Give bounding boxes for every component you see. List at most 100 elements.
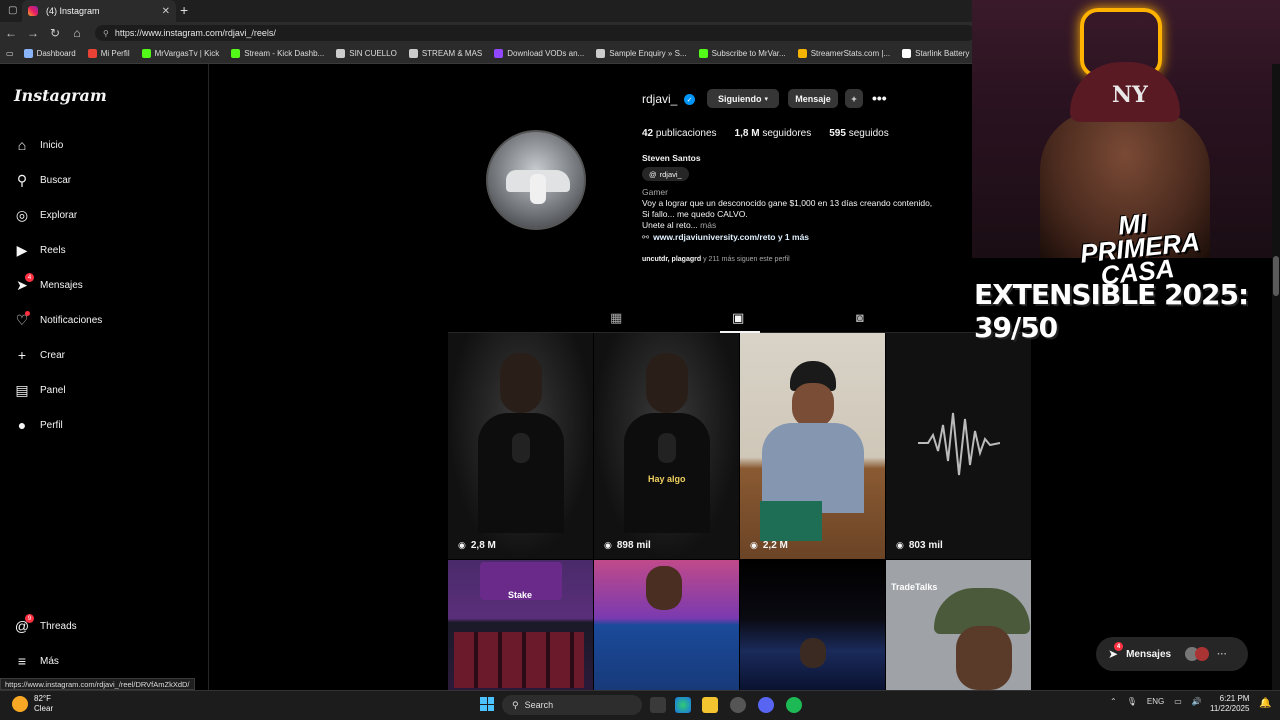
- reel-thumbnail[interactable]: ◉ 803 mil: [886, 333, 1031, 559]
- green-box-shape: [760, 501, 822, 541]
- posts-stat: 42 publicaciones: [642, 128, 717, 139]
- sidebar-item-buscar[interactable]: ⚲ Buscar: [14, 172, 71, 188]
- bookmark-item[interactable]: Mi Perfil: [87, 49, 130, 58]
- followed-by[interactable]: uncutdr, plagagrd y 211 más siguen este …: [642, 256, 790, 263]
- profile-category: Gamer: [642, 187, 668, 197]
- views-eye-icon: ◉: [458, 540, 466, 550]
- following-stat[interactable]: 595 seguidos: [829, 128, 889, 139]
- site-info-icon[interactable]: ⚲: [103, 29, 109, 38]
- edge-browser-icon[interactable]: [675, 697, 691, 713]
- sidebar-item-reels[interactable]: ▶ Reels: [14, 242, 66, 258]
- slot-reels-shape: [454, 632, 584, 688]
- back-icon[interactable]: ←: [0, 26, 22, 40]
- plus-icon: +: [17, 347, 27, 363]
- profile-full-name: Steven Santos: [642, 153, 701, 163]
- bio-more-link[interactable]: más: [700, 220, 716, 230]
- notifications-icon[interactable]: 🔔: [1259, 698, 1271, 709]
- profile-avatar[interactable]: [486, 130, 586, 230]
- bookmarks-menu-icon[interactable]: ▭: [6, 49, 14, 58]
- language-indicator[interactable]: ENG: [1147, 697, 1164, 706]
- tab-actions-icon[interactable]: ▢: [8, 5, 17, 16]
- weather-widget[interactable]: 82°F Clear: [12, 694, 53, 714]
- sidebar-item-label: Mensajes: [40, 279, 83, 291]
- person-shape: [530, 174, 546, 204]
- taskbar-clock[interactable]: 6:21 PM 11/22/2025: [1210, 694, 1249, 714]
- sidebar-item-label: Notificaciones: [40, 314, 103, 326]
- followers-stat[interactable]: 1,8 M seguidores: [735, 128, 812, 139]
- instagram-logo[interactable]: Instagram: [14, 86, 107, 105]
- bookmark-item[interactable]: MrVargasTv | Kick: [141, 49, 219, 58]
- reel-thumbnail[interactable]: ◉ 2,8 M: [448, 333, 593, 559]
- profile-link[interactable]: ⚯ www.rdjaviuniversity.com/reto y 1 más: [642, 232, 809, 243]
- url-bar[interactable]: ⚲ https://www.instagram.com/rdjavi_/reel…: [95, 25, 975, 41]
- panel-icon: ▤: [15, 381, 29, 398]
- sidebar-item-mensajes[interactable]: ➤ 4 Mensajes: [14, 273, 83, 293]
- taskbar-search[interactable]: ⚲ Search: [502, 695, 642, 715]
- sidebar-item-perfil[interactable]: ● Perfil: [14, 417, 63, 433]
- search-icon: ⚲: [16, 171, 28, 188]
- bookmark-item[interactable]: SIN CUELLO: [336, 49, 397, 58]
- reel-thumbnail[interactable]: [740, 560, 885, 690]
- tray-overflow-icon[interactable]: ⌃: [1110, 697, 1117, 706]
- sidebar-item-notificaciones[interactable]: ♡ Notificaciones: [14, 311, 103, 328]
- forward-icon[interactable]: →: [22, 26, 44, 40]
- reel-thumbnail[interactable]: ◉ 2,2 M: [740, 333, 885, 559]
- spotify-icon[interactable]: [786, 697, 802, 713]
- compass-icon: ◎: [15, 206, 29, 223]
- discord-icon[interactable]: [758, 697, 774, 713]
- scrollbar-thumb[interactable]: [1273, 256, 1279, 296]
- reel-thumbnail[interactable]: Hay algo ◉ 898 mil: [594, 333, 739, 559]
- message-button[interactable]: Mensaje: [788, 89, 838, 108]
- tab-posts-grid-icon[interactable]: ▦: [610, 310, 622, 326]
- weather-condition: Clear: [34, 704, 54, 713]
- bookmark-item[interactable]: Dashboard: [23, 49, 76, 58]
- following-button[interactable]: Siguiendo ▾: [707, 89, 779, 108]
- more-options-icon[interactable]: •••: [872, 90, 887, 106]
- file-explorer-icon[interactable]: [702, 697, 718, 713]
- bookmark-item[interactable]: Sample Enquiry » S...: [596, 49, 687, 58]
- sidebar-item-crear[interactable]: + Crear: [14, 347, 65, 363]
- reel-thumbnail[interactable]: [594, 560, 739, 690]
- suggested-users-button[interactable]: +: [845, 89, 863, 108]
- browser-tab[interactable]: (4) Instagram ✕: [22, 0, 176, 22]
- more-icon: ···: [1217, 648, 1228, 660]
- sidebar-item-inicio[interactable]: ⌂ Inicio: [14, 137, 64, 153]
- home-browser-icon[interactable]: ⌂: [66, 26, 88, 40]
- bookmark-item[interactable]: Subscribe to MrVar...: [698, 49, 786, 58]
- sidebar-item-label: Buscar: [40, 174, 72, 186]
- new-tab-icon[interactable]: +: [180, 2, 188, 18]
- threads-tag-label: rdjavi_: [659, 169, 682, 179]
- reel-views: ◉ 803 mil: [896, 540, 943, 551]
- close-tab-icon[interactable]: ✕: [162, 6, 170, 17]
- reload-icon[interactable]: ↻: [44, 26, 66, 40]
- bookmark-item[interactable]: Stream - Kick Dashb...: [231, 49, 324, 58]
- tab-tagged-icon[interactable]: ◙: [856, 310, 864, 325]
- sidebar-item-explorar[interactable]: ◎ Explorar: [14, 207, 77, 223]
- threads-tag[interactable]: @ rdjavi_: [642, 167, 689, 181]
- bookmark-item[interactable]: Download VODs an...: [494, 49, 584, 58]
- tab-reels-icon[interactable]: ▣: [732, 310, 744, 326]
- sidebar-item-threads[interactable]: @9 Threads: [14, 614, 77, 634]
- windows-start-icon[interactable]: [480, 697, 494, 711]
- kick-icon: [141, 49, 151, 58]
- face-shape: [792, 383, 834, 427]
- sidebar-item-label: Threads: [40, 620, 77, 632]
- bookmark-item[interactable]: STREAM & MAS: [408, 49, 482, 58]
- microphone-icon[interactable]: 🎙: [1127, 697, 1137, 706]
- reel-thumbnail[interactable]: TradeTalks: [886, 560, 1031, 690]
- status-link-preview: https://www.instagram.com/rdjavi_/reel/D…: [0, 678, 195, 690]
- sidebar-item-more[interactable]: ≡ Más: [14, 653, 59, 669]
- volume-icon[interactable]: 🔊: [1192, 697, 1202, 706]
- suit-shape: [478, 413, 564, 533]
- reel-thumbnail[interactable]: Stake: [448, 560, 593, 690]
- task-view-icon[interactable]: [650, 697, 666, 713]
- bookmark-item[interactable]: StreamerStats.com |...: [797, 49, 890, 58]
- clock-date: 11/22/2025: [1210, 704, 1250, 713]
- obs-icon[interactable]: [730, 697, 746, 713]
- scrollbar-track[interactable]: [1272, 64, 1280, 690]
- face-shape: [800, 638, 826, 668]
- messages-pill[interactable]: ➤ 4 Mensajes ···: [1096, 637, 1248, 671]
- sidebar-item-label: Perfil: [40, 419, 63, 431]
- network-icon[interactable]: ▭: [1174, 697, 1182, 706]
- sidebar-item-panel[interactable]: ▤ Panel: [14, 381, 65, 398]
